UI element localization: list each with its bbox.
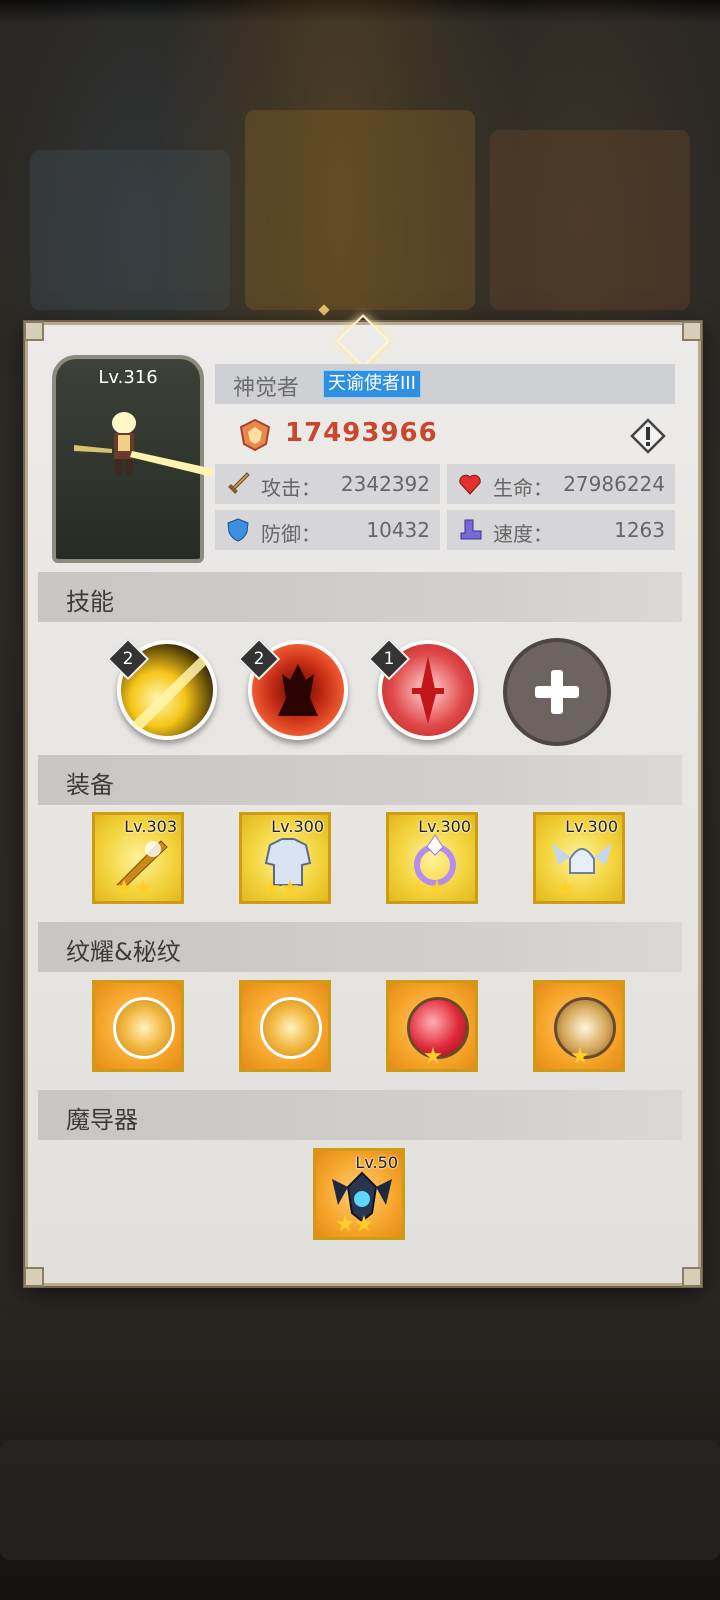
stat-attack: 攻击： 2342392 [215, 464, 440, 504]
star-rating [571, 1047, 590, 1067]
combat-power-value: 17493966 [285, 418, 438, 448]
stat-value: 10432 [366, 518, 430, 542]
stat-defense: 防御： 10432 [215, 510, 440, 550]
stat-label: 速度： [493, 522, 553, 546]
heart-icon [459, 474, 481, 495]
emblem-slot-2[interactable] [239, 980, 331, 1072]
stat-health: 生命： 27986224 [447, 464, 675, 504]
equipment-section-header: 装备 [38, 755, 682, 805]
stat-value: 27986224 [563, 472, 665, 496]
hero-title-badge: 天谕使者III [323, 370, 421, 398]
boot-icon [460, 519, 482, 540]
star-rating [115, 879, 153, 899]
hero-sprite-icon [74, 412, 214, 477]
skills-section-header: 技能 [38, 572, 682, 622]
equipment-level: Lv.300 [418, 817, 471, 836]
equipment-slot-weapon[interactable]: Lv.303 [92, 812, 184, 904]
equipment-slot-armor[interactable]: Lv.300 [239, 812, 331, 904]
section-title: 装备 [66, 771, 114, 799]
emblem-slot-1[interactable] [92, 980, 184, 1072]
star-rating [336, 1215, 374, 1235]
golden-swirl-emblem-icon [113, 997, 175, 1059]
panel-corner [24, 1267, 44, 1287]
equipment-level: Lv.303 [124, 817, 177, 836]
background-card-left [30, 150, 230, 310]
equipment-level: Lv.300 [565, 817, 618, 836]
star-rating [556, 879, 575, 899]
stat-label: 攻击： [261, 476, 321, 500]
background-card-right [490, 130, 690, 310]
add-skill-button[interactable] [503, 638, 611, 746]
golden-swirl-emblem-icon [260, 997, 322, 1059]
magic-device-level: Lv.50 [355, 1153, 398, 1172]
panel-corner [682, 1267, 702, 1287]
star-rating [262, 879, 300, 899]
equipment-level: Lv.300 [271, 817, 324, 836]
star-rating [424, 1047, 443, 1067]
star-rating [409, 879, 447, 899]
background-card-center [245, 110, 475, 310]
hero-level: Lv.316 [98, 367, 158, 388]
background-bottom-bar [0, 1440, 720, 1560]
hero-name-bar: 神觉者 天谕使者III [215, 364, 675, 404]
combat-power-icon [239, 418, 271, 452]
hero-name: 神觉者 [233, 376, 300, 401]
equipment-slot-accessory[interactable]: Lv.300 [386, 812, 478, 904]
stat-speed: 速度： 1263 [447, 510, 675, 550]
shield-icon [227, 518, 249, 542]
info-alert-icon[interactable] [630, 418, 666, 454]
panel-corner [682, 321, 702, 341]
emblem-slot-3[interactable] [386, 980, 478, 1072]
hero-portrait[interactable]: Lv.316 [52, 355, 214, 563]
stat-value: 1263 [614, 518, 665, 542]
stat-label: 防御： [261, 522, 321, 546]
sword-icon [228, 472, 250, 494]
panel-corner [24, 321, 44, 341]
stat-value: 2342392 [340, 472, 430, 496]
equipment-slot-helmet[interactable]: Lv.300 [533, 812, 625, 904]
stat-label: 生命： [493, 476, 553, 500]
emblem-slot-4[interactable] [533, 980, 625, 1072]
emblems-section-header: 纹耀&秘纹 [38, 922, 682, 972]
magic-device-slot[interactable]: Lv.50 [313, 1148, 405, 1240]
section-title: 技能 [66, 588, 114, 616]
magic-device-section-header: 魔导器 [38, 1090, 682, 1140]
section-title: 纹耀&秘纹 [66, 938, 181, 966]
section-title: 魔导器 [66, 1106, 138, 1134]
